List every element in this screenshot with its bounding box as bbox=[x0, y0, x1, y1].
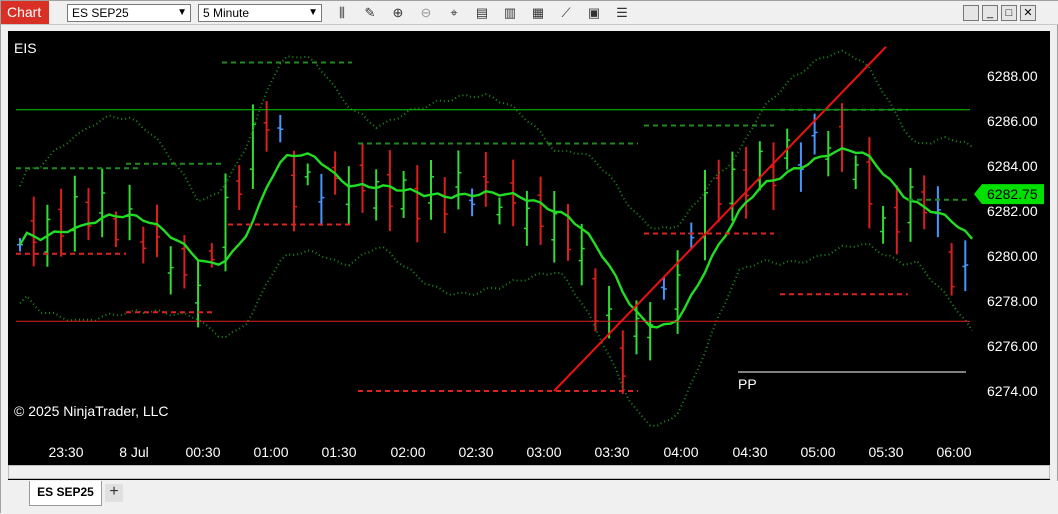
x-tick-label: 8 Jul bbox=[119, 444, 149, 460]
add-tab-button[interactable]: + bbox=[105, 484, 123, 502]
horizontal-scrollbar[interactable] bbox=[8, 465, 1050, 479]
bar-type-icon[interactable]: ⫼ bbox=[333, 4, 351, 22]
tab-bar: ES SEP25 + bbox=[1, 481, 1058, 514]
copyright-text: © 2025 NinjaTrader, LLC bbox=[14, 403, 169, 419]
strategies-icon[interactable]: ▦ bbox=[529, 4, 547, 22]
chart-trader-icon[interactable]: ⟋ bbox=[557, 4, 575, 22]
x-tick-label: 03:00 bbox=[526, 444, 561, 460]
x-tick-label: 23:30 bbox=[48, 444, 83, 460]
price-chart[interactable]: PP 6288.00 6286.00 6284.00 6282.00 6280.00 627… bbox=[8, 31, 1050, 465]
instrument-label: EIS bbox=[14, 40, 37, 56]
trend-line bbox=[553, 46, 887, 392]
x-tick-label: 01:30 bbox=[321, 444, 356, 460]
x-tick-label: 02:00 bbox=[390, 444, 425, 460]
x-tick-label: 04:00 bbox=[663, 444, 698, 460]
pivot-pp-label: PP bbox=[738, 376, 757, 392]
last-price-label: 6282.75 bbox=[987, 186, 1038, 202]
x-tick-label: 05:30 bbox=[868, 444, 903, 460]
data-box-icon[interactable]: ▤ bbox=[473, 4, 491, 22]
y-tick-label: 6282.00 bbox=[987, 203, 1038, 219]
lower-band-line bbox=[19, 242, 973, 427]
x-tick-label: 03:30 bbox=[594, 444, 629, 460]
y-tick-label: 6278.00 bbox=[987, 293, 1038, 309]
x-tick-label: 06:00 bbox=[936, 444, 971, 460]
chart-panel[interactable]: PP 6288.00 6286.00 6284.00 6282.00 6280.00 627… bbox=[8, 31, 1050, 480]
x-tick-label: 01:00 bbox=[253, 444, 288, 460]
interval-selector[interactable]: 5 Minute ▼ bbox=[198, 4, 322, 22]
x-tick-label: 05:00 bbox=[800, 444, 835, 460]
chart-window: Chart ES SEP25 ▼ 5 Minute ▼ ⫼ ✎ ⊕ ⊖ ⌖ ▤ ▥ … bbox=[0, 0, 1058, 514]
x-tick-label: 04:30 bbox=[732, 444, 767, 460]
instrument-value: ES SEP25 bbox=[72, 6, 129, 20]
close-icon[interactable]: ✕ bbox=[1020, 5, 1036, 21]
y-tick-label: 6276.00 bbox=[987, 338, 1038, 354]
properties-icon[interactable]: ▣ bbox=[585, 4, 603, 22]
y-tick-label: 6274.00 bbox=[987, 383, 1038, 399]
draw-pencil-icon[interactable]: ✎ bbox=[361, 4, 379, 22]
interval-value: 5 Minute bbox=[203, 6, 250, 20]
chart-menu-button[interactable]: Chart bbox=[1, 1, 49, 24]
zoom-out-icon[interactable]: ⊖ bbox=[417, 4, 435, 22]
chevron-down-icon: ▼ bbox=[308, 7, 318, 18]
crosshair-icon[interactable]: ⌖ bbox=[445, 4, 463, 22]
indicators-icon[interactable]: ▥ bbox=[501, 4, 519, 22]
maximize-icon[interactable]: □ bbox=[1001, 5, 1017, 21]
y-tick-label: 6286.00 bbox=[987, 113, 1038, 129]
window-menu-icon[interactable] bbox=[963, 5, 979, 21]
y-tick-label: 6280.00 bbox=[987, 248, 1038, 264]
minimize-icon[interactable]: _ bbox=[982, 5, 998, 21]
zoom-in-icon[interactable]: ⊕ bbox=[389, 4, 407, 22]
x-tick-label: 02:30 bbox=[458, 444, 493, 460]
instrument-selector[interactable]: ES SEP25 ▼ bbox=[67, 4, 191, 22]
chart-toolbar: Chart ES SEP25 ▼ 5 Minute ▼ ⫼ ✎ ⊕ ⊖ ⌖ ▤ ▥ … bbox=[1, 1, 1058, 25]
y-tick-label: 6288.00 bbox=[987, 68, 1038, 84]
chevron-down-icon: ▼ bbox=[177, 7, 187, 18]
y-tick-label: 6284.00 bbox=[987, 158, 1038, 174]
templates-icon[interactable]: ☰ bbox=[613, 4, 631, 22]
x-tick-label: 00:30 bbox=[185, 444, 220, 460]
tab-es-sep25[interactable]: ES SEP25 bbox=[29, 481, 102, 506]
